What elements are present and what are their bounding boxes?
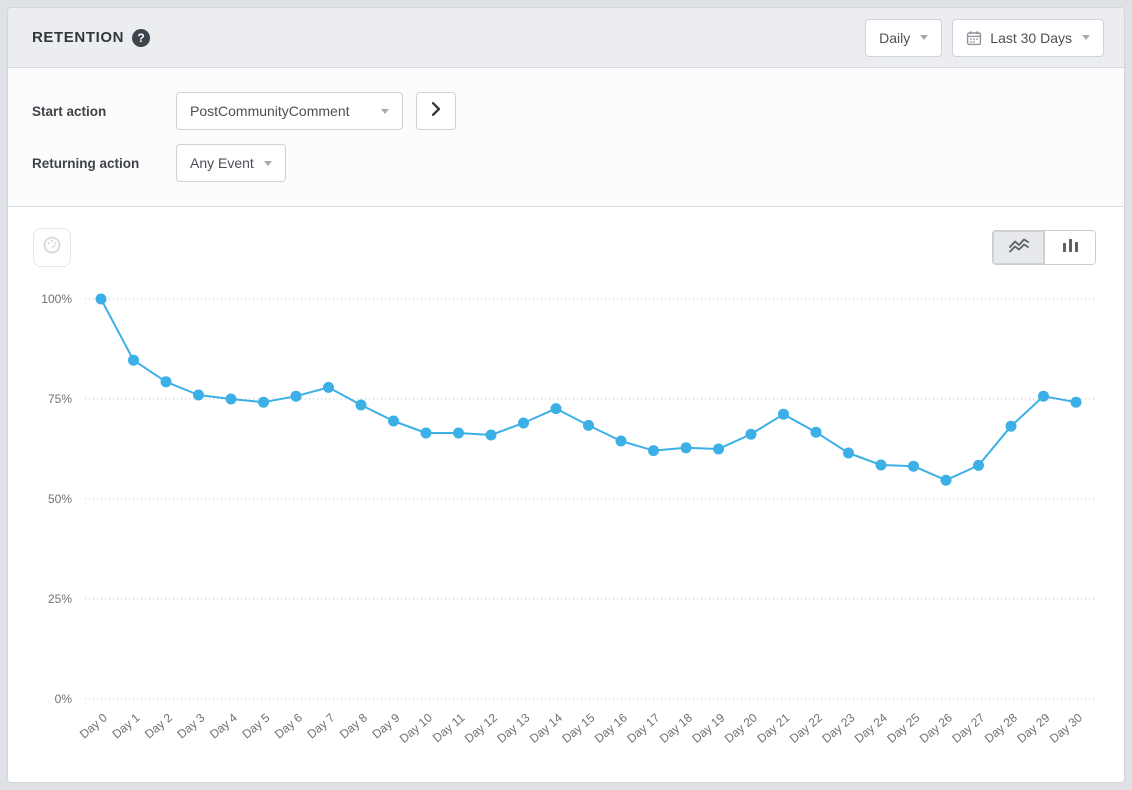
data-point[interactable] xyxy=(583,420,594,431)
start-action-label: Start action xyxy=(32,104,176,119)
y-tick-label: 100% xyxy=(41,292,72,306)
chevron-down-icon xyxy=(264,161,272,166)
y-tick-label: 75% xyxy=(48,392,72,406)
data-point[interactable] xyxy=(193,390,204,401)
data-point[interactable] xyxy=(811,427,822,438)
x-tick-label: Day 13 xyxy=(494,710,532,745)
data-point[interactable] xyxy=(518,418,529,429)
data-point[interactable] xyxy=(1006,421,1017,432)
date-range-dropdown[interactable]: Last 30 Days xyxy=(952,19,1104,57)
x-tick-label: Day 19 xyxy=(689,710,727,745)
data-point[interactable] xyxy=(486,430,497,441)
y-tick-label: 25% xyxy=(48,592,72,606)
x-tick-label: Day 28 xyxy=(982,710,1020,745)
data-point[interactable] xyxy=(941,475,952,486)
x-tick-label: Day 11 xyxy=(430,710,468,745)
data-point[interactable] xyxy=(258,397,269,408)
x-tick-label: Day 20 xyxy=(722,710,760,745)
start-action-dropdown[interactable]: PostCommunityComment xyxy=(176,92,403,130)
returning-action-value: Any Event xyxy=(190,155,254,171)
x-tick-label: Day 30 xyxy=(1047,710,1085,745)
x-tick-label: Day 18 xyxy=(657,710,695,745)
chevron-down-icon xyxy=(920,35,928,40)
start-action-value: PostCommunityComment xyxy=(190,103,350,119)
x-tick-label: Day 21 xyxy=(754,710,792,745)
returning-action-dropdown[interactable]: Any Event xyxy=(176,144,286,182)
data-point[interactable] xyxy=(908,461,919,472)
page-title: RETENTION xyxy=(32,29,124,46)
chevron-down-icon xyxy=(1082,35,1090,40)
chevron-down-icon xyxy=(381,109,389,114)
data-point[interactable] xyxy=(648,445,659,456)
x-tick-label: Day 2 xyxy=(142,710,175,741)
x-tick-label: Day 15 xyxy=(559,710,597,745)
returning-action-label: Returning action xyxy=(32,156,176,171)
data-point[interactable] xyxy=(356,400,367,411)
data-point[interactable] xyxy=(551,403,562,414)
retention-chart: 0% 25% 50% 75% 100% Day 0Day 1Day 2Day 3Day 4… xyxy=(8,207,1124,782)
data-point[interactable] xyxy=(226,394,237,405)
data-point[interactable] xyxy=(96,294,107,305)
data-point[interactable] xyxy=(973,460,984,471)
x-tick-label: Day 5 xyxy=(239,710,272,741)
x-tick-label: Day 17 xyxy=(624,710,662,745)
data-point[interactable] xyxy=(1038,391,1049,402)
x-tick-label: Day 25 xyxy=(884,710,922,745)
data-point[interactable] xyxy=(421,428,432,439)
data-point[interactable] xyxy=(843,448,854,459)
data-point[interactable] xyxy=(778,409,789,420)
data-point[interactable] xyxy=(1071,397,1082,408)
x-tick-label: Day 27 xyxy=(949,710,987,745)
x-tick-label: Day 0 xyxy=(77,710,110,741)
run-query-button[interactable] xyxy=(416,92,456,130)
x-tick-label: Day 8 xyxy=(337,710,370,741)
data-point[interactable] xyxy=(453,428,464,439)
x-tick-label: Day 26 xyxy=(917,710,955,745)
action-controls: Start action PostCommunityComment Return… xyxy=(8,68,1124,207)
x-tick-label: Day 14 xyxy=(527,710,565,745)
x-tick-label: Day 12 xyxy=(462,710,500,745)
retention-line xyxy=(101,299,1076,480)
date-range-value: Last 30 Days xyxy=(990,30,1072,46)
data-point[interactable] xyxy=(323,382,334,393)
x-tick-label: Day 16 xyxy=(592,710,630,745)
header-controls: Daily Last 30 Days xyxy=(865,19,1104,57)
x-tick-label: Day 24 xyxy=(852,710,890,745)
x-tick-label: Day 29 xyxy=(1014,710,1052,745)
data-point[interactable] xyxy=(746,429,757,440)
x-tick-label: Day 4 xyxy=(207,710,240,741)
x-tick-label: Day 3 xyxy=(174,710,207,741)
retention-report-card: RETENTION ? Daily Last 30 D xyxy=(8,8,1124,782)
data-point[interactable] xyxy=(291,391,302,402)
data-point[interactable] xyxy=(388,416,399,427)
data-point[interactable] xyxy=(681,442,692,453)
chevron-right-icon xyxy=(431,102,441,121)
data-point[interactable] xyxy=(713,444,724,455)
data-point[interactable] xyxy=(876,460,887,471)
x-tick-label: Day 1 xyxy=(109,710,142,741)
start-action-row: Start action PostCommunityComment xyxy=(32,92,1100,130)
help-icon[interactable]: ? xyxy=(132,29,150,47)
y-tick-label: 50% xyxy=(48,492,72,506)
x-tick-label: Day 10 xyxy=(397,710,435,745)
x-tick-label: Day 6 xyxy=(272,710,305,741)
x-tick-label: Day 22 xyxy=(787,710,825,745)
data-point[interactable] xyxy=(128,355,139,366)
returning-action-row: Returning action Any Event xyxy=(32,144,1100,182)
granularity-dropdown[interactable]: Daily xyxy=(865,19,942,57)
data-point[interactable] xyxy=(616,436,627,447)
granularity-value: Daily xyxy=(879,30,910,46)
y-tick-label: 0% xyxy=(55,692,73,706)
x-tick-label: Day 7 xyxy=(304,710,337,741)
x-tick-label: Day 23 xyxy=(819,710,857,745)
calendar-icon xyxy=(966,30,982,46)
report-header: RETENTION ? Daily Last 30 D xyxy=(8,8,1124,68)
data-point[interactable] xyxy=(161,376,172,387)
chart-section: 0% 25% 50% 75% 100% Day 0Day 1Day 2Day 3Day 4… xyxy=(8,207,1124,782)
